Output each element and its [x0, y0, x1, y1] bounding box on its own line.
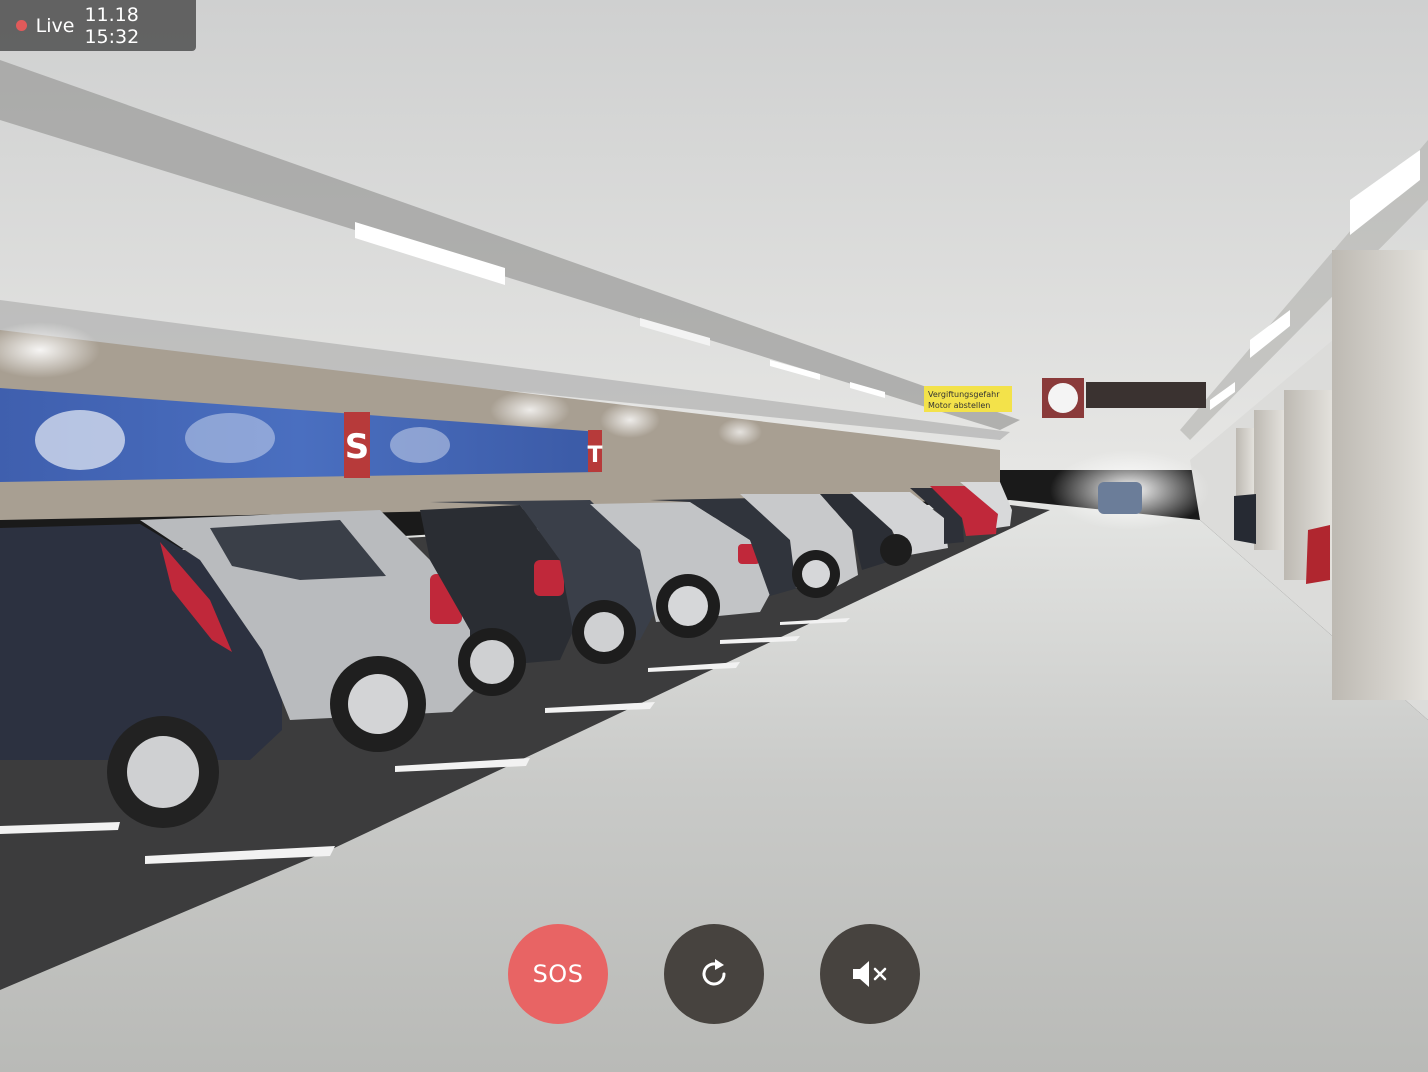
sos-button[interactable]: SOS [508, 924, 608, 1024]
refresh-button[interactable] [664, 924, 764, 1024]
live-timestamp: 11.18 15:32 [84, 3, 140, 48]
camera-screen: S T Vergiftungsgefahr Motor abstellen Li… [0, 0, 1428, 1072]
camera-feed: S T Vergiftungsgefahr Motor abstellen [0, 0, 1428, 1072]
wall-letter-s: S [345, 427, 370, 467]
live-status-badge: Live 11.18 15:32 [0, 0, 196, 51]
sign-line-1: Vergiftungsgefahr [928, 390, 1000, 399]
sign-line-2: Motor abstellen [928, 401, 990, 410]
call-controls: SOS [508, 924, 920, 1024]
live-indicator-dot [16, 20, 27, 31]
wall-letter-t: T [587, 443, 602, 468]
live-label: Live [35, 14, 75, 37]
mute-button[interactable] [820, 924, 920, 1024]
volume-mute-icon [853, 961, 887, 987]
sos-label: SOS [532, 960, 584, 988]
refresh-icon [702, 959, 726, 986]
